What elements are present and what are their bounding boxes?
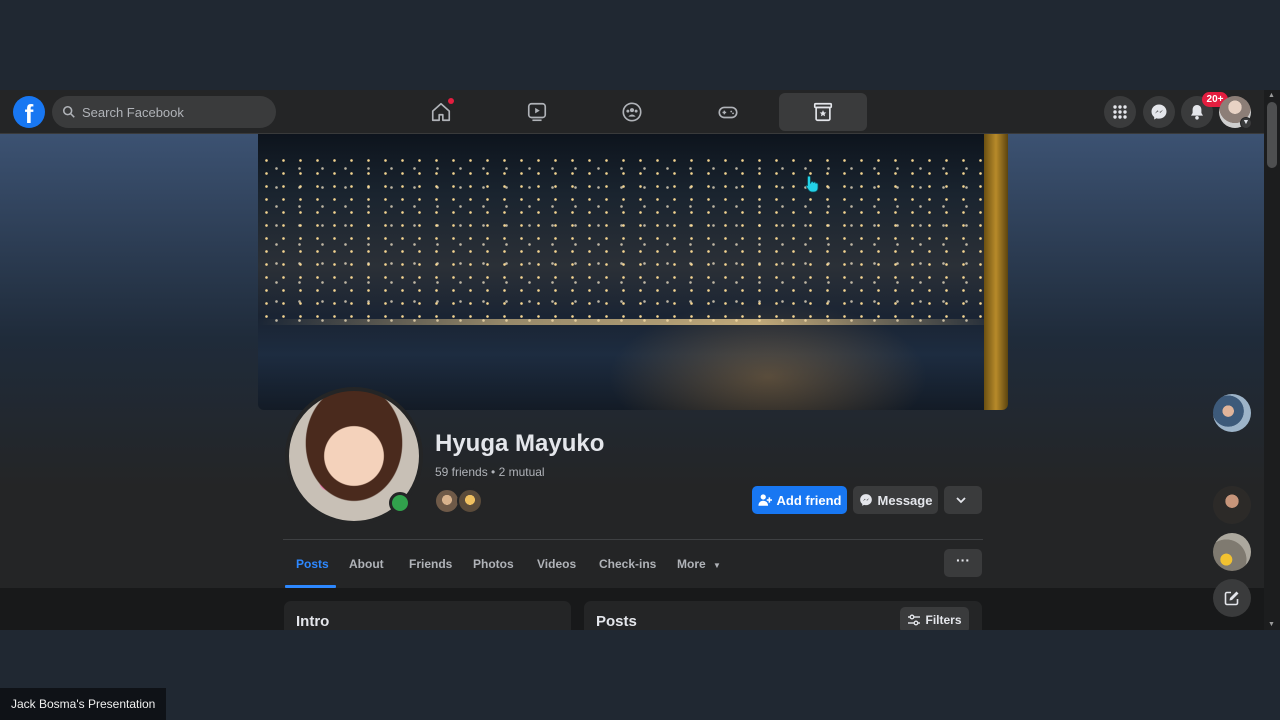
search-icon — [62, 105, 75, 118]
chevron-down-icon[interactable]: ▼ — [1240, 117, 1252, 129]
message-label: Message — [877, 492, 933, 508]
facebook-logo[interactable]: f — [13, 96, 45, 128]
scroll-down-icon[interactable]: ▼ — [1268, 621, 1275, 628]
add-friend-button[interactable]: Add friend — [752, 486, 847, 514]
chevron-down-icon — [955, 496, 966, 503]
new-message-button[interactable] — [1213, 579, 1251, 617]
intro-title: Intro — [296, 613, 330, 630]
home-icon — [431, 102, 451, 122]
tab-posts[interactable]: Posts — [296, 549, 329, 579]
filter-sliders-icon — [908, 614, 921, 626]
search-box[interactable] — [52, 96, 276, 128]
tab-videos[interactable]: Videos — [537, 549, 576, 579]
top-navigation-bar: f 20+ ▼ — [0, 90, 1264, 134]
scroll-thumb[interactable] — [1267, 102, 1277, 168]
nav-tab-watch[interactable] — [493, 93, 581, 131]
cover-photo[interactable] — [258, 134, 1008, 410]
messenger-button[interactable] — [1143, 96, 1175, 128]
tab-more[interactable]: More ▼ — [677, 549, 721, 579]
online-status-dot — [389, 492, 411, 514]
active-tab-indicator — [285, 585, 336, 588]
tab-photos[interactable]: Photos — [473, 549, 514, 579]
cover-shoreline — [258, 319, 1008, 325]
video-icon — [527, 102, 547, 122]
messenger-icon — [859, 494, 872, 506]
header-divider — [283, 539, 983, 540]
shared-browser-screen: f 20+ ▼ — [0, 90, 1280, 630]
contact-avatar[interactable] — [1213, 533, 1251, 571]
nav-tab-home[interactable] — [397, 93, 485, 131]
add-friend-label: Add friend — [776, 492, 842, 508]
saved-icon — [813, 102, 833, 122]
groups-icon — [622, 102, 642, 122]
posts-card: Posts Filters — [584, 601, 982, 630]
tab-about[interactable]: About — [349, 549, 384, 579]
presenter-label: Jack Bosma's Presentation — [0, 688, 167, 720]
page-scrollbar[interactable]: ▲ ▼ — [1264, 90, 1280, 630]
message-button[interactable]: Message — [853, 486, 938, 514]
cover-pillar — [984, 134, 1008, 410]
ellipsis-icon: ··· — [956, 552, 970, 568]
home-notification-dot — [448, 98, 454, 104]
nav-tab-groups[interactable] — [588, 93, 676, 131]
bell-icon — [1191, 105, 1203, 120]
nav-tab-gaming[interactable] — [684, 93, 772, 131]
profile-name: Hyuga Mayuko — [435, 430, 605, 457]
cover-city-lights — [258, 154, 1008, 324]
compose-icon — [1224, 591, 1239, 606]
friends-count-link[interactable]: 59 friends • 2 mutual — [435, 465, 545, 479]
profile-more-options-button[interactable] — [944, 486, 982, 514]
tab-more-label: More — [677, 557, 706, 571]
tab-check-ins[interactable]: Check-ins — [599, 549, 656, 579]
hand-cursor-icon — [805, 175, 819, 193]
posts-title: Posts — [596, 613, 637, 630]
search-input[interactable] — [82, 104, 262, 120]
gamepad-icon — [718, 106, 738, 119]
contact-avatar[interactable] — [1213, 486, 1251, 524]
filters-label: Filters — [925, 613, 962, 627]
menu-button[interactable] — [1104, 96, 1136, 128]
grid-menu-icon — [1113, 105, 1127, 119]
intro-card: Intro — [284, 601, 571, 630]
contact-avatar[interactable] — [1213, 394, 1251, 432]
tabs-more-options-button[interactable]: ··· — [944, 549, 982, 577]
caret-down-icon: ▼ — [713, 561, 721, 570]
scroll-up-icon[interactable]: ▲ — [1268, 92, 1275, 99]
tab-friends[interactable]: Friends — [409, 549, 452, 579]
filters-button[interactable]: Filters — [900, 607, 969, 630]
messenger-icon — [1151, 104, 1167, 120]
mutual-friend-avatar[interactable] — [457, 488, 483, 514]
add-person-icon — [757, 494, 772, 506]
nav-tab-saved[interactable] — [779, 93, 867, 131]
